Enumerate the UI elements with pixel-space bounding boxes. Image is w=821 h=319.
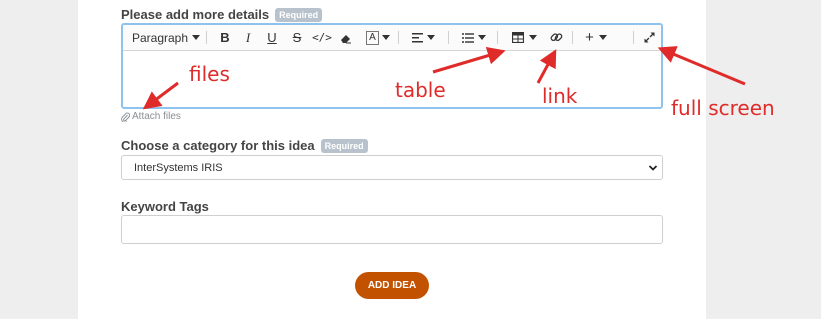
arrow-full-screen	[657, 46, 746, 86]
arrow-link	[536, 49, 557, 84]
annotation-arrows	[142, 46, 746, 110]
arrow-files	[142, 81, 179, 110]
arrow-table	[432, 46, 506, 74]
